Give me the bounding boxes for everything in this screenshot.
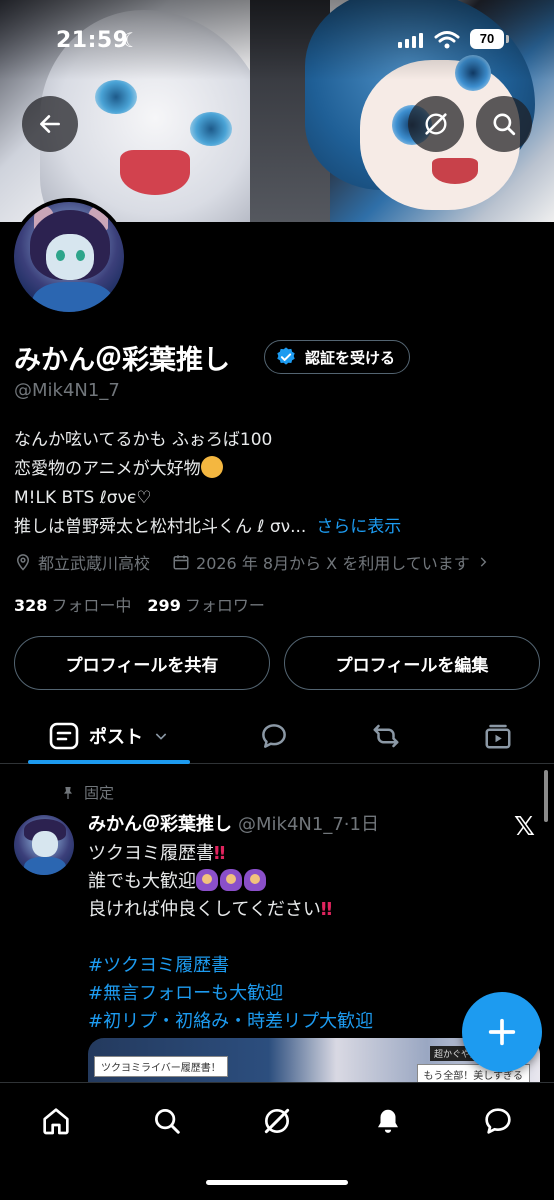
repost-icon — [373, 724, 399, 748]
tab-posts[interactable]: ポスト — [28, 708, 190, 764]
active-tab-indicator — [28, 760, 190, 764]
home-indicator[interactable] — [206, 1180, 348, 1185]
bio-line-2-row: 恋愛物のアニメが大好物 — [14, 455, 401, 484]
profile-avatar[interactable] — [10, 198, 128, 316]
signal-icon — [398, 32, 423, 48]
bio-line-1: なんか呟いてるかも ふぉろば100 — [14, 430, 273, 450]
location-pin-icon — [16, 554, 30, 571]
post-line-3: 良ければ仲良くしてください — [88, 899, 321, 920]
scrollbar[interactable] — [544, 770, 548, 822]
calendar-icon — [173, 555, 189, 570]
post-author-meta: @Mik4N1_7·1日 — [238, 814, 379, 835]
nav-search[interactable] — [139, 1099, 195, 1143]
posts-tab-label: ポスト — [89, 727, 143, 748]
following-link[interactable]: 328 フォロー中 — [14, 596, 131, 615]
bio-line-4-row: 推しは曽野舜太と松村北斗くん ℓ σν... さらに表示 — [14, 513, 401, 542]
post-line-1: ツクヨミ履歴書 — [88, 843, 214, 864]
media-label-left: ツクヨミライバー履歴書！ — [94, 1056, 228, 1077]
profile-name: みかん＠彩葉推し — [14, 345, 230, 376]
post-author-name[interactable]: みかん＠彩葉推し — [88, 814, 232, 835]
x-logo-icon: 𝕏 — [514, 812, 535, 842]
profile-handle: @Mik4N1_7 — [14, 380, 120, 401]
pinned-label: 固定 — [84, 784, 115, 802]
show-more-link[interactable]: さらに表示 — [316, 517, 401, 537]
posts-tab-icon — [49, 722, 79, 750]
joined-text: 2026 年 8月から X を利用しています — [196, 554, 470, 573]
post-line-1-row: ツクヨミ履歴書‼ — [88, 840, 373, 868]
following-label: フォロー中 — [51, 596, 132, 615]
home-icon — [43, 1108, 69, 1135]
joined-item[interactable]: 2026 年 8月から X を利用しています — [172, 550, 490, 574]
battery-cap — [506, 35, 509, 43]
bell-icon — [378, 1109, 398, 1133]
pin-icon — [64, 786, 72, 799]
grok-icon — [425, 113, 447, 135]
post-line-3-row: 良ければ仲良くしてください‼ — [88, 896, 373, 924]
search-button[interactable] — [476, 96, 532, 152]
double-exclamation-icon: ‼ — [320, 899, 333, 920]
following-count: 328 — [14, 596, 48, 615]
bio-line-3: M!LK BTS ℓσνє♡ — [14, 488, 152, 508]
grok-button[interactable] — [408, 96, 464, 152]
location-item: 都立武蔵川高校 — [14, 550, 150, 574]
media-icon — [485, 724, 511, 749]
wifi-icon — [434, 30, 460, 54]
status-time: 21:59 — [56, 28, 129, 53]
moon-icon: ☾ — [122, 28, 140, 52]
nav-messages[interactable] — [470, 1099, 526, 1143]
post-text: ツクヨミ履歴書‼ 誰でも大歓迎 良ければ仲良くしてください‼ #ツクヨミ履歴書 … — [88, 840, 373, 1036]
person-emoji-icon — [196, 869, 218, 891]
bio-line-4: 推しは曽野舜太と松村北斗くん ℓ σν... — [14, 517, 307, 537]
messages-icon — [485, 1108, 511, 1134]
post-author-avatar[interactable] — [14, 815, 74, 875]
bio-line-2: 恋愛物のアニメが大好物 — [14, 459, 201, 479]
arrow-left-icon — [40, 115, 60, 133]
post-line-2: 誰でも大歓迎 — [88, 871, 196, 892]
search-icon — [155, 1109, 180, 1134]
chevron-right-icon — [480, 557, 487, 567]
profile-meta: 都立武蔵川高校 2026 年 8月から X を利用しています — [14, 550, 512, 574]
post-line-2-row: 誰でも大歓迎 — [88, 868, 373, 896]
profile-tabs: ポスト — [0, 708, 554, 764]
person-emoji-icon — [244, 869, 266, 891]
drooling-face-icon — [200, 456, 223, 478]
chevron-down-icon — [155, 733, 167, 740]
back-button[interactable] — [22, 96, 78, 152]
followers-count: 299 — [147, 596, 181, 615]
post-header: みかん＠彩葉推し @Mik4N1_7·1日 — [88, 810, 379, 836]
follow-stats: 328 フォロー中 299 フォロワー — [14, 592, 265, 616]
nav-grok[interactable] — [249, 1099, 305, 1143]
hashtag-3[interactable]: #初リプ・初絡み・時差リプ大歓迎 — [88, 1008, 373, 1036]
search-icon — [493, 113, 516, 136]
edit-profile-button[interactable]: プロフィールを編集 — [284, 636, 540, 690]
get-verified-label: 認証を受ける — [305, 348, 396, 367]
person-emoji-icon — [220, 869, 242, 891]
status-bar: 21:59 ☾ 70 — [0, 22, 554, 62]
plus-icon — [488, 1018, 516, 1046]
profile-bio: なんか呟いてるかも ふぉろば100 恋愛物のアニメが大好物 M!LK BTS ℓ… — [14, 426, 401, 542]
nav-notifications[interactable] — [360, 1099, 416, 1143]
get-verified-button[interactable]: 認証を受ける — [264, 340, 411, 374]
verified-badge-icon — [277, 347, 295, 365]
tab-media[interactable] — [470, 708, 526, 764]
followers-label: フォロワー — [184, 596, 265, 615]
compose-post-button[interactable] — [462, 992, 542, 1072]
double-exclamation-icon: ‼ — [214, 843, 226, 864]
pinned-indicator: 固定 — [60, 782, 114, 803]
grok-icon — [264, 1108, 290, 1134]
location-text: 都立武蔵川高校 — [38, 554, 151, 573]
followers-link[interactable]: 299 フォロワー — [147, 596, 264, 615]
hashtag-2[interactable]: #無言フォローも大歓迎 — [88, 980, 373, 1008]
share-profile-button[interactable]: プロフィールを共有 — [14, 636, 270, 690]
hashtag-1[interactable]: #ツクヨミ履歴書 — [88, 952, 373, 980]
tab-replies[interactable] — [246, 708, 302, 764]
nav-home[interactable] — [28, 1099, 84, 1143]
tab-reposts[interactable] — [358, 708, 414, 764]
reply-bubble-icon — [262, 724, 286, 748]
battery-level: 70 — [470, 29, 504, 49]
